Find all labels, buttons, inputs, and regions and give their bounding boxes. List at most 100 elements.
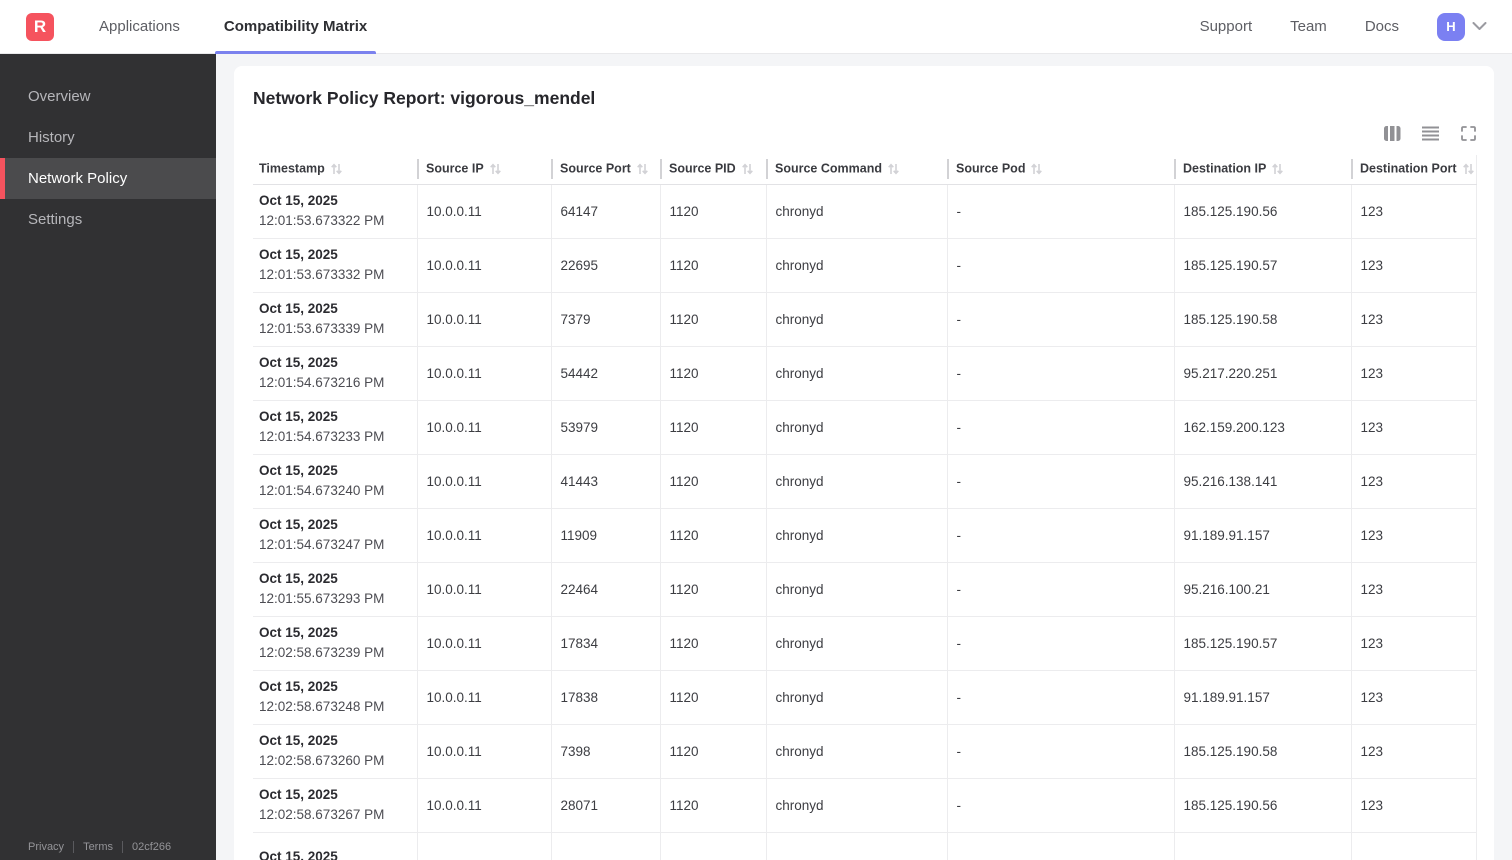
nav-link-docs[interactable]: Docs <box>1365 18 1399 35</box>
cell-source-port: 7379 <box>550 292 660 347</box>
cell-source-port: 64147 <box>550 184 660 239</box>
cell-destination-ip: 95.217.220.251 <box>1173 346 1351 401</box>
column-header-destination-ip[interactable]: Destination IP <box>1174 155 1351 185</box>
main-content: Network Policy Report: vigorous_mendel T… <box>216 54 1512 860</box>
cell-source-command: chronyd <box>765 778 947 833</box>
table-row[interactable]: Oct 15, 2025 12:01:55.673293 PM 10.0.0.1… <box>253 562 1477 617</box>
column-header-source-ip[interactable]: Source IP <box>417 155 551 185</box>
table-row[interactable]: Oct 15, 2025 12:02:58.673267 PM 10.0.0.1… <box>253 778 1477 833</box>
cell-destination-ip: 185.125.190.56 <box>1173 184 1351 239</box>
cell-source-ip <box>416 832 551 860</box>
table-row[interactable]: Oct 15, 2025 12:01:54.673247 PM 10.0.0.1… <box>253 508 1477 563</box>
tab-applications[interactable]: Applications <box>90 0 189 53</box>
cell-destination-ip: 95.216.138.141 <box>1173 454 1351 509</box>
cell-source-pod: - <box>946 778 1174 833</box>
cell-source-port: 28071 <box>550 778 660 833</box>
cell-destination-port: 123 <box>1350 778 1477 833</box>
cell-source-pid: 1120 <box>659 616 766 671</box>
column-header-source-command[interactable]: Source Command <box>766 155 947 185</box>
sidebar-item-network-policy[interactable]: Network Policy <box>0 158 216 199</box>
chevron-down-icon <box>1472 18 1487 36</box>
cell-source-pid: 1120 <box>659 292 766 347</box>
cell-source-command: chronyd <box>765 346 947 401</box>
terms-link[interactable]: Terms <box>83 841 113 853</box>
table-row[interactable]: Oct 15, 2025 <box>253 832 1477 860</box>
nav-link-team[interactable]: Team <box>1290 18 1327 35</box>
table-row[interactable]: Oct 15, 2025 12:02:58.673239 PM 10.0.0.1… <box>253 616 1477 671</box>
cell-source-port: 17834 <box>550 616 660 671</box>
nav-link-support[interactable]: Support <box>1200 18 1253 35</box>
column-header-timestamp[interactable]: Timestamp <box>253 155 417 185</box>
column-header-source-pod[interactable]: Source Pod <box>947 155 1174 185</box>
cell-source-pod: - <box>946 238 1174 293</box>
cell-source-command: chronyd <box>765 670 947 725</box>
table-row[interactable]: Oct 15, 2025 12:01:53.673332 PM 10.0.0.1… <box>253 238 1477 293</box>
cell-timestamp: Oct 15, 2025 12:02:58.673239 PM <box>253 616 417 671</box>
cell-destination-ip: 185.125.190.57 <box>1173 616 1351 671</box>
cell-timestamp: Oct 15, 2025 12:02:58.673267 PM <box>253 778 417 833</box>
cell-source-pid: 1120 <box>659 238 766 293</box>
cell-source-pid <box>659 832 766 860</box>
cell-source-command: chronyd <box>765 400 947 455</box>
sidebar-item-overview[interactable]: Overview <box>0 76 216 117</box>
cell-destination-port: 123 <box>1350 562 1477 617</box>
cell-source-port: 54442 <box>550 346 660 401</box>
cell-destination-port: 123 <box>1350 238 1477 293</box>
table-row[interactable]: Oct 15, 2025 12:01:53.673322 PM 10.0.0.1… <box>253 184 1477 239</box>
column-header-destination-port[interactable]: Destination Port <box>1351 155 1477 185</box>
columns-view-icon[interactable] <box>1383 124 1401 142</box>
cell-timestamp: Oct 15, 2025 12:01:54.673216 PM <box>253 346 417 401</box>
sidebar-item-history[interactable]: History <box>0 117 216 158</box>
column-header-source-port[interactable]: Source Port <box>551 155 660 185</box>
table-header: Timestamp Source IP Source Port Source P… <box>253 155 1477 185</box>
cell-source-ip: 10.0.0.11 <box>416 778 551 833</box>
user-menu[interactable]: H <box>1437 12 1487 41</box>
cell-source-ip: 10.0.0.11 <box>416 238 551 293</box>
cell-source-command <box>765 832 947 860</box>
fullscreen-icon[interactable] <box>1459 124 1477 142</box>
cell-destination-ip: 185.125.190.56 <box>1173 778 1351 833</box>
privacy-link[interactable]: Privacy <box>28 841 64 853</box>
cell-source-ip: 10.0.0.11 <box>416 292 551 347</box>
cell-source-ip: 10.0.0.11 <box>416 508 551 563</box>
cell-destination-port: 123 <box>1350 670 1477 725</box>
primary-tabs: Applications Compatibility Matrix <box>90 0 377 54</box>
app-logo[interactable]: R <box>26 12 54 41</box>
cell-timestamp: Oct 15, 2025 12:02:58.673248 PM <box>253 670 417 725</box>
cell-source-command: chronyd <box>765 562 947 617</box>
table-row[interactable]: Oct 15, 2025 12:01:54.673216 PM 10.0.0.1… <box>253 346 1477 401</box>
sidebar-footer: Privacy Terms 02cf266 <box>28 841 171 853</box>
table-row[interactable]: Oct 15, 2025 12:02:58.673260 PM 10.0.0.1… <box>253 724 1477 779</box>
cell-source-port: 11909 <box>550 508 660 563</box>
sidebar-item-settings[interactable]: Settings <box>0 199 216 240</box>
cell-destination-port: 123 <box>1350 508 1477 563</box>
column-header-source-pid[interactable]: Source PID <box>660 155 766 185</box>
table-row[interactable]: Oct 15, 2025 12:02:58.673248 PM 10.0.0.1… <box>253 670 1477 725</box>
cell-source-ip: 10.0.0.11 <box>416 724 551 779</box>
cell-timestamp: Oct 15, 2025 12:02:58.673260 PM <box>253 724 417 779</box>
sort-icon <box>741 163 753 175</box>
cell-destination-ip: 185.125.190.58 <box>1173 292 1351 347</box>
report-card: Network Policy Report: vigorous_mendel T… <box>234 66 1494 860</box>
cell-timestamp: Oct 15, 2025 12:01:53.673339 PM <box>253 292 417 347</box>
table-row[interactable]: Oct 15, 2025 12:01:54.673240 PM 10.0.0.1… <box>253 454 1477 509</box>
sidebar: Overview History Network Policy Settings… <box>0 54 216 860</box>
list-view-icon[interactable] <box>1421 124 1439 142</box>
cell-destination-ip <box>1173 832 1351 860</box>
cell-source-port: 41443 <box>550 454 660 509</box>
cell-timestamp: Oct 15, 2025 12:01:54.673240 PM <box>253 454 417 509</box>
table-row[interactable]: Oct 15, 2025 12:01:53.673339 PM 10.0.0.1… <box>253 292 1477 347</box>
cell-source-ip: 10.0.0.11 <box>416 562 551 617</box>
cell-destination-port: 123 <box>1350 346 1477 401</box>
cell-source-pod: - <box>946 184 1174 239</box>
cell-destination-port: 123 <box>1350 292 1477 347</box>
table-row[interactable]: Oct 15, 2025 12:01:54.673233 PM 10.0.0.1… <box>253 400 1477 455</box>
table-toolbar <box>253 123 1477 143</box>
cell-destination-port: 123 <box>1350 724 1477 779</box>
cell-source-pod: - <box>946 400 1174 455</box>
cell-destination-port <box>1350 832 1477 860</box>
cell-source-command: chronyd <box>765 724 947 779</box>
cell-source-port: 53979 <box>550 400 660 455</box>
tab-compatibility-matrix[interactable]: Compatibility Matrix <box>214 0 377 54</box>
cell-destination-ip: 91.189.91.157 <box>1173 670 1351 725</box>
